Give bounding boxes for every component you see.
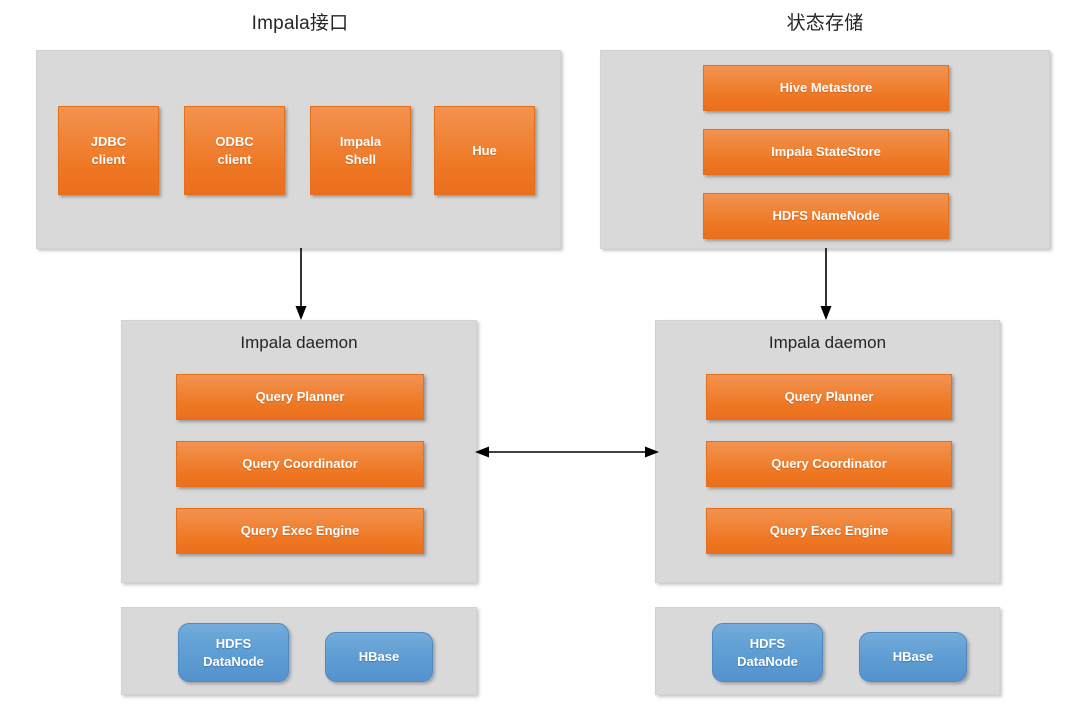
storage-left-panel: HDFS DataNode HBase: [121, 607, 477, 695]
node-hdfs-datanode-left[interactable]: HDFS DataNode: [178, 623, 289, 682]
node-hbase-right[interactable]: HBase: [859, 632, 967, 682]
node-hive-metastore[interactable]: Hive Metastore: [703, 65, 949, 111]
node-hbase-left-label: HBase: [358, 649, 400, 665]
arrow-down-icon: [820, 248, 832, 320]
node-impala-shell-line1: Impala: [339, 133, 382, 149]
node-hue-label: Hue: [472, 142, 497, 158]
node-hive-metastore-label: Hive Metastore: [779, 80, 873, 96]
connector-statestore-to-daemon-right: [813, 248, 839, 322]
node-hbase-right-label: HBase: [892, 649, 934, 665]
node-query-exec-engine-right-label: Query Exec Engine: [769, 523, 889, 539]
node-query-coordinator-right-label: Query Coordinator: [771, 456, 887, 472]
state-store-panel: Hive Metastore Impala StateStore HDFS Na…: [600, 50, 1050, 249]
node-impala-shell[interactable]: Impala Shell: [310, 106, 411, 195]
impala-daemon-right-panel: Impala daemon Query Planner Query Coordi…: [655, 320, 1000, 583]
node-hbase-left[interactable]: HBase: [325, 632, 433, 682]
node-odbc-client[interactable]: ODBC client: [184, 106, 285, 195]
node-query-coordinator-right[interactable]: Query Coordinator: [706, 441, 952, 487]
node-query-planner-left-label: Query Planner: [255, 389, 345, 405]
storage-right-panel: HDFS DataNode HBase: [655, 607, 1000, 695]
arrow-down-icon: [295, 248, 307, 320]
node-jdbc-client-line2: client: [91, 151, 126, 167]
node-hdfs-namenode-label: HDFS NameNode: [772, 208, 880, 224]
node-query-coordinator-left[interactable]: Query Coordinator: [176, 441, 424, 487]
interface-panel: JDBC client ODBC client Impala Shell Hue: [36, 50, 561, 249]
node-impala-statestore-label: Impala StateStore: [771, 144, 881, 160]
node-query-exec-engine-left[interactable]: Query Exec Engine: [176, 508, 424, 554]
state-store-group-title: 状态存储: [786, 13, 864, 34]
node-query-planner-left[interactable]: Query Planner: [176, 374, 424, 420]
connector-interface-to-daemon-left: [288, 248, 314, 322]
node-query-planner-right-label: Query Planner: [784, 389, 874, 405]
node-impala-statestore[interactable]: Impala StateStore: [703, 129, 949, 175]
node-hdfs-datanode-right[interactable]: HDFS DataNode: [712, 623, 823, 682]
node-hdfs-datanode-right-line2: DataNode: [737, 653, 798, 669]
impala-daemon-left-panel: Impala daemon Query Planner Query Coordi…: [121, 320, 477, 583]
node-query-exec-engine-left-label: Query Exec Engine: [240, 523, 360, 539]
node-hdfs-namenode[interactable]: HDFS NameNode: [703, 193, 949, 239]
arrow-bidirectional-icon: [475, 446, 659, 458]
diagram-canvas: Impala接口 状态存储 JDBC client ODBC client Im…: [0, 0, 1080, 727]
node-impala-shell-line2: Shell: [344, 151, 377, 167]
impala-daemon-right-heading: Impala daemon: [768, 333, 887, 352]
node-hdfs-datanode-right-line1: HDFS: [749, 635, 786, 651]
node-hdfs-datanode-left-line2: DataNode: [203, 653, 264, 669]
interface-group-title: Impala接口: [251, 13, 349, 34]
node-jdbc-client-line1: JDBC: [90, 133, 127, 149]
node-query-exec-engine-right[interactable]: Query Exec Engine: [706, 508, 952, 554]
connector-daemon-to-daemon: [472, 440, 662, 464]
node-jdbc-client[interactable]: JDBC client: [58, 106, 159, 195]
node-query-planner-right[interactable]: Query Planner: [706, 374, 952, 420]
impala-daemon-left-heading: Impala daemon: [240, 333, 358, 352]
node-hdfs-datanode-left-line1: HDFS: [215, 635, 252, 651]
node-query-coordinator-left-label: Query Coordinator: [242, 456, 358, 472]
node-odbc-client-line2: client: [217, 151, 252, 167]
node-hue[interactable]: Hue: [434, 106, 535, 195]
node-odbc-client-line1: ODBC: [215, 133, 254, 149]
